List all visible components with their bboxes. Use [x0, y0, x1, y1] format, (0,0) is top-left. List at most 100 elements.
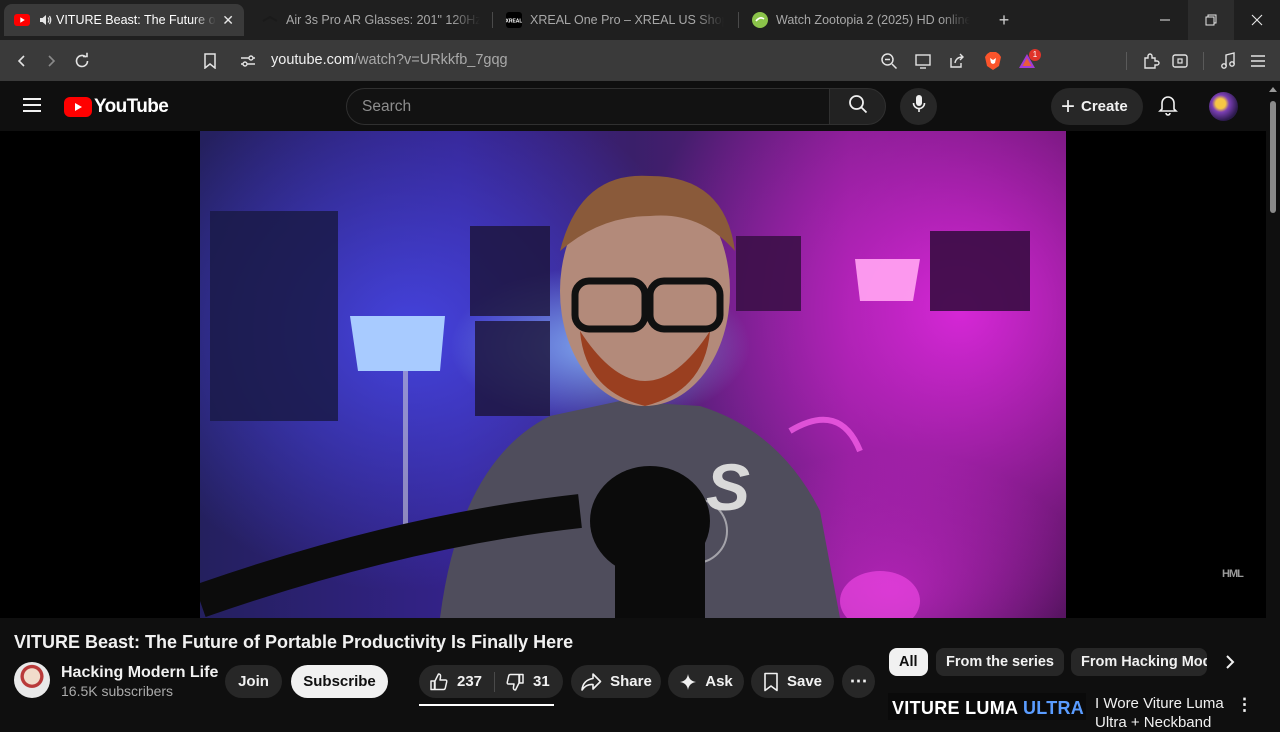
save-button[interactable]: Save — [751, 665, 834, 698]
like-dislike-group: 237 31 — [419, 665, 563, 698]
thumbs-down-icon — [505, 672, 525, 692]
share-page-icon[interactable] — [944, 48, 970, 74]
search-button[interactable] — [829, 88, 886, 125]
bookmark-icon[interactable] — [197, 48, 223, 74]
xreal-favicon-icon: XREAL — [506, 12, 522, 28]
url-path: /watch?v=URkkfb_7gqg — [354, 52, 508, 68]
join-button[interactable]: Join — [225, 665, 282, 698]
svg-text:XREAL: XREAL — [506, 19, 522, 25]
youtube-header: YouTube Search + Create — [0, 81, 1266, 131]
more-actions-button[interactable]: ⋯ — [842, 665, 875, 698]
video-overlay-text: S — [706, 450, 751, 524]
create-button[interactable]: + Create — [1051, 88, 1143, 125]
tab-title: Air 3s Pro AR Glasses: 201" 120Hz 120 — [286, 13, 480, 27]
video-title: VITURE Beast: The Future of Portable Pro… — [14, 632, 574, 652]
toolbar-divider — [1203, 52, 1204, 70]
dislike-count: 31 — [533, 673, 550, 690]
youtube-play-icon — [64, 97, 92, 117]
minimize-button[interactable] — [1142, 0, 1188, 40]
like-button[interactable]: 237 — [429, 665, 493, 698]
browser-toolbar: youtube.com/watch?v=URkkfb_7gqg 1 — [0, 40, 1280, 81]
sparkle-icon — [679, 673, 705, 691]
chip-all[interactable]: All — [889, 648, 928, 676]
logo-wordmark: YouTube — [94, 96, 169, 117]
subscribe-label: Subscribe — [303, 673, 376, 690]
share-button[interactable]: Share — [571, 665, 661, 698]
notifications-bell-icon[interactable] — [1158, 94, 1178, 121]
new-tab-button[interactable]: + — [990, 8, 1018, 32]
scroll-up-icon[interactable] — [1269, 87, 1277, 92]
more-horizontal-icon: ⋯ — [849, 671, 868, 691]
tab-air-3s-pro[interactable]: Air 3s Pro AR Glasses: 201" 120Hz 120 — [252, 4, 490, 36]
scrollbar-thumb[interactable] — [1270, 101, 1276, 213]
video-scene-image — [200, 175, 1030, 618]
like-ratio-bar — [419, 704, 554, 706]
recommendation-thumbnail[interactable]: VITURE LUMA ULTRA — [888, 693, 1086, 720]
back-icon[interactable] — [9, 48, 35, 74]
brave-shield-icon[interactable] — [980, 48, 1006, 74]
forward-icon[interactable] — [38, 48, 64, 74]
share-label: Share — [610, 673, 652, 690]
notification-badge: 1 — [1029, 49, 1041, 61]
viture-favicon-icon — [262, 12, 278, 28]
guide-menu-icon[interactable] — [22, 97, 42, 118]
ask-label: Ask — [705, 673, 733, 690]
toolbar-divider — [1126, 52, 1127, 70]
voice-search-button[interactable] — [900, 88, 937, 125]
page-scrollbar[interactable] — [1266, 81, 1280, 720]
dislike-button[interactable]: 31 — [505, 665, 561, 698]
browser-tab-strip: VITURE Beast: The Future of Portable Pro… — [0, 0, 1280, 40]
recommendation-title[interactable]: I Wore Viture Luma Ultra + Neckband — [1095, 694, 1235, 732]
media-controls-icon[interactable] — [1215, 48, 1241, 74]
reload-icon[interactable] — [69, 48, 95, 74]
url-domain: youtube.com — [271, 52, 355, 68]
cast-icon[interactable] — [910, 48, 936, 74]
subscribe-button[interactable]: Subscribe — [291, 665, 388, 698]
save-bookmark-icon — [763, 672, 787, 692]
like-count: 237 — [457, 673, 483, 690]
tab-title: Watch Zootopia 2 (2025) HD online Free — [776, 13, 970, 27]
create-label: Create — [1081, 98, 1128, 115]
address-bar[interactable]: youtube.com/watch?v=URkkfb_7gqg — [271, 52, 508, 68]
tab-xreal-one-pro[interactable]: XREAL XREAL One Pro – XREAL US Shop — [496, 4, 734, 36]
thumbnail-text: VITURE LUMA ULTRA — [892, 698, 1085, 718]
search-icon — [848, 94, 868, 119]
like-divider — [494, 672, 495, 692]
ask-button[interactable]: Ask — [668, 665, 744, 698]
channel-name[interactable]: Hacking Modern Life — [61, 664, 218, 682]
chip-from-channel[interactable]: From Hacking Modern Life — [1071, 648, 1207, 676]
youtube-logo[interactable]: YouTube — [64, 96, 169, 118]
close-window-button[interactable] — [1234, 0, 1280, 40]
search-input[interactable]: Search — [346, 88, 829, 125]
chip-from-series[interactable]: From the series — [936, 648, 1064, 676]
tab-viture-beast[interactable]: VITURE Beast: The Future of Portable Pro… — [4, 4, 244, 36]
speaker-icon[interactable] — [38, 12, 52, 28]
thumbs-up-icon — [429, 672, 449, 692]
tab-title: XREAL One Pro – XREAL US Shop — [530, 13, 724, 27]
channel-watermark[interactable]: HML — [1222, 568, 1244, 580]
channel-avatar[interactable] — [14, 662, 50, 698]
account-avatar[interactable] — [1209, 92, 1238, 121]
streaming-favicon-icon — [752, 12, 768, 28]
wallet-icon[interactable] — [1167, 48, 1193, 74]
zoom-icon[interactable] — [876, 48, 902, 74]
tab-title: VITURE Beast: The Future of Portable Pro… — [56, 13, 216, 27]
subscriber-count: 16.5K subscribers — [61, 683, 174, 699]
browser-menu-icon[interactable] — [1245, 48, 1271, 74]
restore-button[interactable] — [1188, 0, 1234, 40]
extensions-icon[interactable] — [1138, 48, 1164, 74]
video-player[interactable]: S — [0, 131, 1266, 618]
microphone-icon — [912, 94, 926, 119]
site-settings-icon[interactable] — [235, 48, 261, 74]
youtube-favicon-icon — [14, 12, 30, 28]
chevron-right-icon[interactable] — [1219, 650, 1241, 674]
close-tab-icon[interactable]: ✕ — [222, 12, 234, 29]
video-frame — [200, 131, 1066, 618]
tab-separator — [492, 12, 493, 28]
tab-separator — [738, 12, 739, 28]
plus-icon: + — [1061, 92, 1076, 120]
tab-zootopia[interactable]: Watch Zootopia 2 (2025) HD online Free — [742, 4, 980, 36]
vertical-dots-icon[interactable]: ⋮ — [1236, 695, 1253, 715]
save-label: Save — [786, 673, 823, 690]
share-icon — [580, 672, 610, 692]
